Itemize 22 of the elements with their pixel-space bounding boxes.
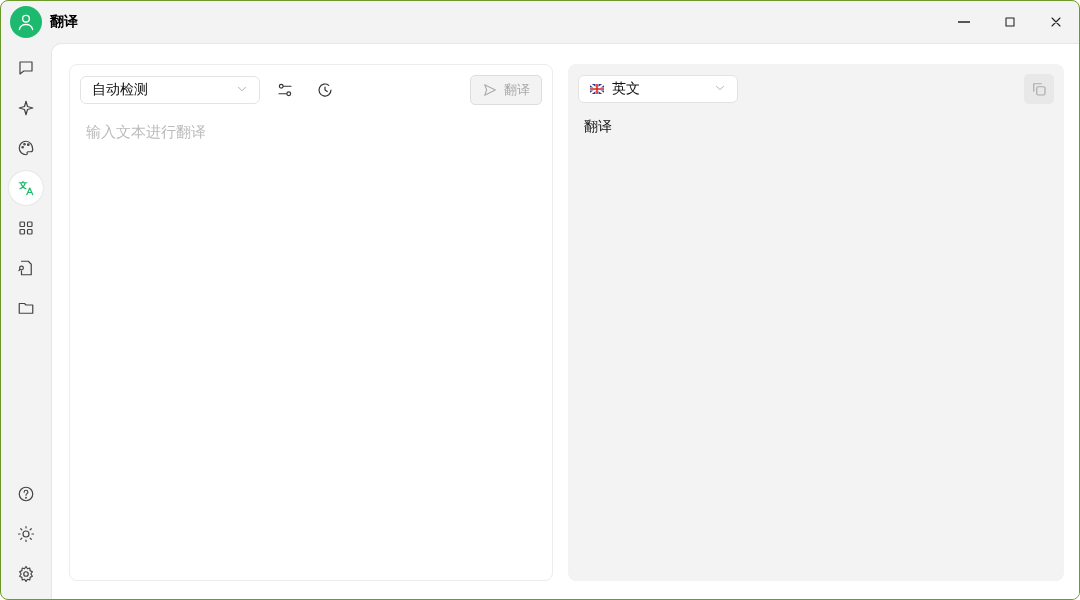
avatar[interactable] [10, 6, 42, 38]
copy-icon [1030, 80, 1048, 98]
maximize-icon [1002, 14, 1018, 30]
sparkle-icon [17, 99, 35, 117]
grid-icon [17, 219, 35, 237]
document-search-icon [17, 259, 35, 277]
flag-icon [590, 84, 604, 94]
help-icon [17, 485, 35, 503]
translation-output: 翻译 [583, 118, 613, 136]
sliders-icon [276, 81, 294, 99]
chat-bubble-icon [17, 59, 35, 77]
palette-icon [17, 139, 35, 157]
translate-icon [17, 179, 35, 197]
language-dropdown[interactable]: 自动检测 [80, 76, 260, 104]
language-dropdown[interactable]: 英文 [578, 75, 738, 103]
settings-icon [17, 565, 35, 583]
send-icon [482, 82, 498, 98]
user-icon [16, 12, 36, 32]
history-icon [316, 81, 334, 99]
minimize-icon [958, 21, 970, 23]
sun-icon [17, 525, 35, 543]
window-title: 翻译 [50, 13, 78, 31]
